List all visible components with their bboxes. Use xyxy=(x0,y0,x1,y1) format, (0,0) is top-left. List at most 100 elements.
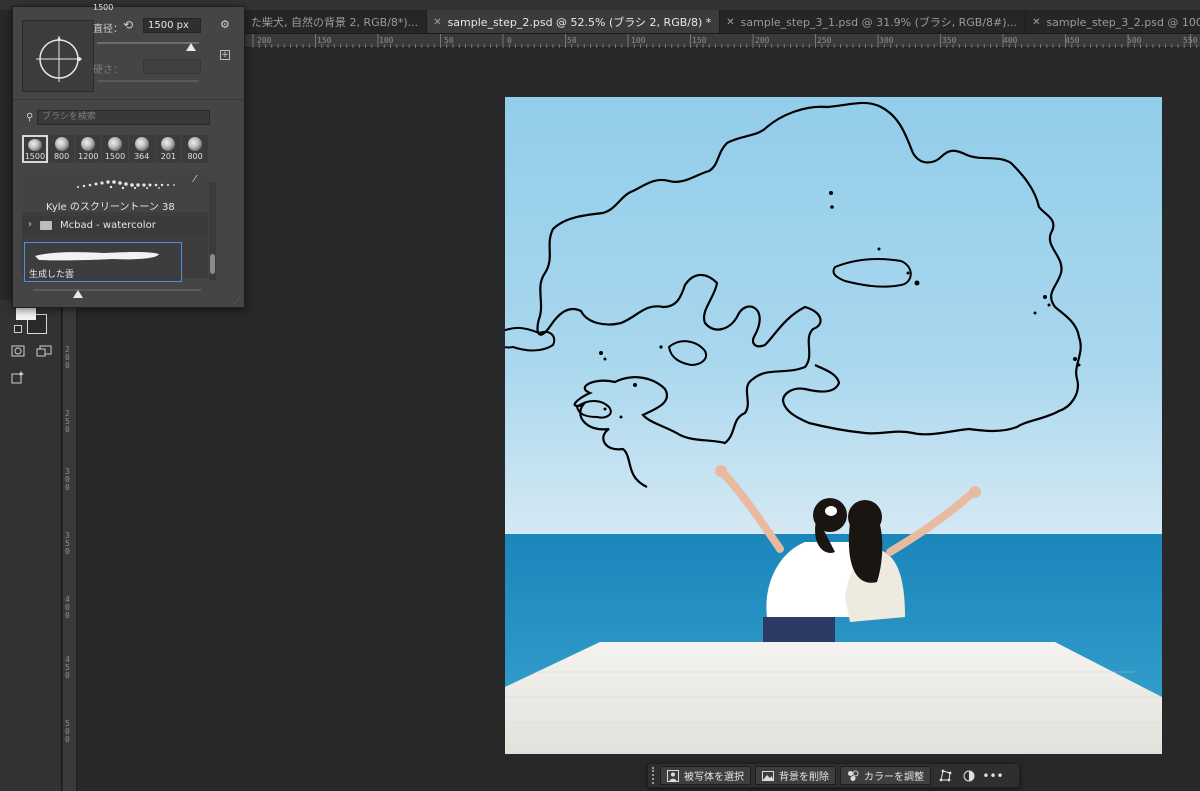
ruler-tick-label: 400 xyxy=(1003,36,1018,45)
select-subject-button[interactable]: 被写体を選択 xyxy=(660,766,751,785)
ruler-tick-label: 400 xyxy=(65,595,70,620)
size-field[interactable]: 1500 px xyxy=(143,18,201,33)
ruler-tick-label: 300 xyxy=(65,467,70,492)
hardness-field xyxy=(143,59,201,74)
ruler-tick-label: 500 xyxy=(65,719,70,744)
close-icon[interactable]: ✕ xyxy=(726,17,734,28)
list-item-kyle-screentone[interactable]: ⁄ Kyle のスクリーントーン 38 xyxy=(22,170,208,213)
recent-brush-presets: 1500 800 1200 1500 364 201 800 xyxy=(22,135,208,163)
tab-shiba-dog[interactable]: た柴犬, 自然の背景 2, RGB/8*)... xyxy=(245,10,428,33)
size-slider[interactable] xyxy=(97,42,199,44)
list-item-generated-cloud[interactable]: 生成した雲 xyxy=(24,242,182,282)
contextual-task-bar: 被写体を選択 背景を削除 カラーを調整 ••• xyxy=(647,763,1020,788)
tab-sample-step-2[interactable]: ✕ sample_step_2.psd @ 52.5% (ブラシ 2, RGB/… xyxy=(427,10,721,33)
brush-edit-icon[interactable]: ⁄ xyxy=(194,174,196,185)
brush-settings-panel: 1500 直径： ⟲ 1500 px ⚙ + 硬さ： ⚲ ブラシを検索 1500… xyxy=(12,3,245,308)
pier xyxy=(505,642,1162,754)
preview-size-thumb[interactable] xyxy=(73,290,83,298)
transform-icon[interactable] xyxy=(935,766,955,785)
preset-brush[interactable]: 800 xyxy=(48,135,75,163)
tab-label: sample_step_2.psd @ 52.5% (ブラシ 2, RGB/8)… xyxy=(447,16,712,29)
gear-icon[interactable]: ⚙ xyxy=(220,18,230,31)
ruler-tick-label: 450 xyxy=(65,655,70,680)
preset-brush[interactable]: 1200 xyxy=(75,135,102,163)
adjustment-layer-icon[interactable] xyxy=(959,766,979,785)
ruler-tick-label: 100 xyxy=(631,36,646,45)
close-icon[interactable]: ✕ xyxy=(1032,17,1040,28)
ruler-tick-label: 250 xyxy=(817,36,832,45)
document-canvas[interactable] xyxy=(505,97,1162,754)
button-label: 被写体を選択 xyxy=(684,772,744,783)
ruler-tick-label: 350 xyxy=(65,531,70,556)
ruler-tick-label: 300 xyxy=(879,36,894,45)
new-preset-icon[interactable]: + xyxy=(220,50,230,60)
tab-sample-step-3-1[interactable]: ✕ sample_step_3_1.psd @ 31.9% (ブラシ, RGB/… xyxy=(720,10,1027,33)
brush-list-scrollbar[interactable] xyxy=(209,182,216,280)
generative-edit-icon[interactable] xyxy=(8,368,28,386)
horizontal-ruler[interactable]: 200 150 100 50 0 50 100 150 200 250 300 … xyxy=(245,34,1200,48)
search-icon: ⚲ xyxy=(26,112,34,123)
brush-list: ⁄ Kyle のスクリーントーン 38 › Mcbad - watercolor… xyxy=(22,170,208,282)
ruler-tick-label: 350 xyxy=(942,36,957,45)
ruler-tick-label: 100 xyxy=(379,36,394,45)
ruler-tick-label: 0 xyxy=(507,36,512,45)
brush-search-input[interactable]: ブラシを検索 xyxy=(37,110,210,125)
top-size-label: 1500 xyxy=(93,3,114,12)
folder-icon xyxy=(40,221,52,230)
quick-mask-icon[interactable] xyxy=(8,342,28,360)
preset-brush[interactable]: 1500 xyxy=(102,135,128,163)
remove-background-button[interactable]: 背景を削除 xyxy=(755,766,836,785)
screen-mode-icon[interactable] xyxy=(34,342,54,360)
ruler-tick-label: 250 xyxy=(65,409,70,434)
default-colors-icon[interactable] xyxy=(14,325,22,333)
adjust-color-button[interactable]: カラーを調整 xyxy=(840,766,931,785)
preset-brush[interactable]: 364 xyxy=(128,135,155,163)
resize-grip-icon[interactable]: ⋰ xyxy=(233,296,241,305)
list-item-label: Kyle のスクリーントーン 38 xyxy=(46,202,175,213)
folder-mcbad-watercolor[interactable]: › Mcbad - watercolor xyxy=(22,216,208,236)
ruler-tick-label: 200 xyxy=(755,36,770,45)
ruler-tick-label: 50 xyxy=(567,36,577,45)
brush-tip-preview[interactable] xyxy=(22,20,94,92)
color-swatches[interactable] xyxy=(14,308,54,338)
chevron-right-icon[interactable]: › xyxy=(28,219,32,230)
brush-stroke-preview xyxy=(77,180,175,190)
hardness-slider xyxy=(97,80,199,82)
preview-size-slider[interactable] xyxy=(33,289,201,291)
sky xyxy=(505,97,1162,537)
button-label: 背景を削除 xyxy=(779,772,829,783)
size-slider-thumb[interactable] xyxy=(186,43,196,51)
ruler-tick-label: 200 xyxy=(65,345,70,370)
ruler-tick-label: 450 xyxy=(1065,36,1080,45)
size-label: 直径： xyxy=(93,24,123,35)
close-icon[interactable]: ✕ xyxy=(433,17,441,28)
brush-stroke-preview xyxy=(35,252,159,261)
image-icon xyxy=(762,770,774,782)
folder-label: Mcbad - watercolor xyxy=(60,220,156,231)
ruler-tick-label: 150 xyxy=(692,36,707,45)
list-item-label: 生成した雲 xyxy=(29,270,75,280)
ruler-tick-label: 500 xyxy=(1127,36,1142,45)
ruler-tick-label: 200 xyxy=(257,36,272,45)
preset-brush[interactable]: 1500 xyxy=(22,135,48,163)
tab-label: sample_step_3_1.psd @ 31.9% (ブラシ, RGB/8#… xyxy=(740,16,1018,29)
ruler-tick-label: 50 xyxy=(444,36,454,45)
person-icon xyxy=(667,769,679,782)
color-adjust-icon xyxy=(847,770,859,782)
vertical-ruler[interactable]: 200 250 300 350 400 450 500 xyxy=(63,308,77,791)
preset-brush[interactable]: 201 xyxy=(155,135,182,163)
scrollbar-thumb[interactable] xyxy=(210,254,215,274)
tab-label: sample_step_3_2.psd @ 100% (当面な一つの丸いガラ..… xyxy=(1046,16,1200,29)
hardness-label: 硬さ： xyxy=(93,65,123,76)
drag-handle[interactable] xyxy=(652,767,656,784)
foreground-color-swatch[interactable] xyxy=(16,308,36,320)
reset-angle-icon[interactable]: ⟲ xyxy=(123,18,133,32)
more-options-icon[interactable]: ••• xyxy=(982,766,1003,785)
tools-panel xyxy=(0,300,62,791)
button-label: カラーを調整 xyxy=(864,772,924,783)
ruler-tick-label: 150 xyxy=(317,36,332,45)
tab-label: た柴犬, 自然の背景 2, RGB/8*)... xyxy=(251,16,419,29)
tab-sample-step-3-2[interactable]: ✕ sample_step_3_2.psd @ 100% (当面な一つの丸いガラ… xyxy=(1026,10,1200,33)
document-tab-bar: た柴犬, 自然の背景 2, RGB/8*)... ✕ sample_step_2… xyxy=(245,10,1200,34)
preset-brush[interactable]: 800 xyxy=(182,135,208,163)
